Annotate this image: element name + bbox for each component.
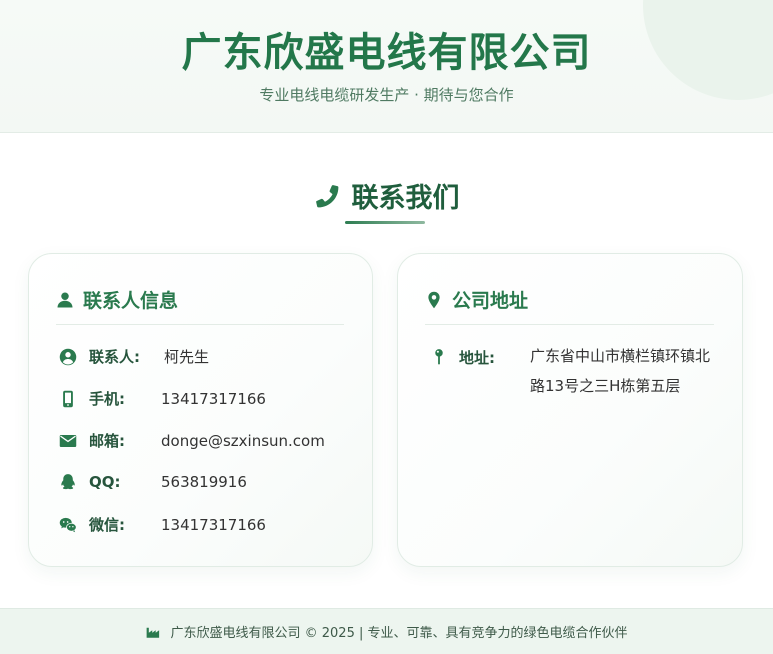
contact-person-value: 柯先生 — [164, 348, 210, 366]
wechat-icon — [58, 515, 77, 534]
contact-card-title: 联系人信息 — [83, 290, 179, 312]
mobile-label: 手机: — [89, 390, 125, 408]
address-label: 地址: — [459, 349, 495, 367]
email-value[interactable]: donge@szxinsun.com — [161, 432, 325, 450]
page-header: 广东欣盛电线有限公司 专业电线电缆研发生产 · 期待与您合作 — [0, 0, 773, 133]
contact-row-mobile: 手机: 13417317166 — [58, 388, 266, 409]
envelope-icon — [58, 431, 77, 450]
address-value: 广东省中山市横栏镇环镇北路13号之三H栋第五层 — [530, 347, 711, 395]
mobile-icon — [58, 389, 77, 408]
address-card-heading: 公司地址 — [425, 286, 528, 313]
address-card-title: 公司地址 — [452, 290, 529, 312]
qq-value[interactable]: 563819916 — [161, 473, 247, 491]
mobile-value[interactable]: 13417317166 — [161, 390, 266, 408]
contact-info-card: 联系人信息 联系人: 柯先生 手机: 13417317166 邮箱: donge… — [28, 253, 373, 567]
section-heading: 联系我们 — [0, 176, 773, 215]
user-circle-icon — [58, 347, 77, 366]
qq-label: QQ: — [89, 472, 121, 491]
phone-icon — [315, 184, 338, 207]
title-underline — [345, 221, 425, 224]
contact-row-wechat: 微信: 13417317166 — [58, 514, 266, 535]
map-marker-icon — [428, 291, 440, 308]
contact-row-qq: QQ: 563819916 — [58, 472, 247, 491]
card-divider — [425, 324, 714, 325]
section-title: 联系我们 — [351, 183, 460, 214]
contact-row-person: 联系人: 柯先生 — [58, 346, 209, 367]
company-title: 广东欣盛电线有限公司 — [181, 30, 592, 76]
industry-icon — [146, 627, 159, 638]
wechat-label: 微信: — [89, 516, 125, 534]
wechat-value[interactable]: 13417317166 — [161, 516, 266, 534]
card-divider — [56, 324, 344, 325]
user-icon — [57, 292, 73, 307]
company-subtitle: 专业电线电缆研发生产 · 期待与您合作 — [259, 86, 514, 104]
page-footer: 广东欣盛电线有限公司 © 2025 | 专业、可靠、具有竞争力的绿色电缆合作伙伴 — [0, 608, 773, 654]
qq-icon — [58, 472, 77, 491]
email-label: 邮箱: — [89, 432, 125, 450]
contact-row-email: 邮箱: donge@szxinsun.com — [58, 430, 325, 451]
map-pin-icon — [429, 347, 448, 366]
contact-card-heading: 联系人信息 — [56, 286, 178, 313]
contact-person-label: 联系人: — [89, 348, 140, 366]
company-address-card: 公司地址 地址: 广东省中山市横栏镇环镇北路13号之三H栋第五层 — [397, 253, 743, 567]
footer-text: 广东欣盛电线有限公司 © 2025 | 专业、可靠、具有竞争力的绿色电缆合作伙伴 — [170, 626, 628, 641]
